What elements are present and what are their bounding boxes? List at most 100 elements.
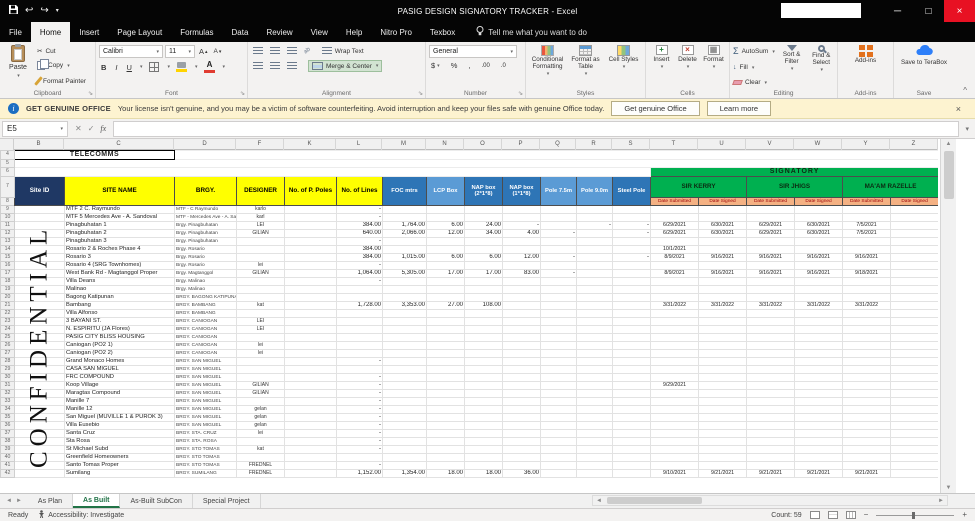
cell[interactable] <box>14 389 65 398</box>
cell[interactable] <box>576 357 614 366</box>
cell[interactable] <box>650 213 700 222</box>
cell[interactable] <box>794 277 844 286</box>
cell[interactable]: 1,064.00 <box>336 269 384 278</box>
cell[interactable]: Pinagbuhatan 1 <box>63 221 176 230</box>
cell[interactable] <box>890 421 938 430</box>
cell[interactable] <box>426 213 466 222</box>
row-number[interactable]: 30 <box>0 373 15 382</box>
cell[interactable] <box>284 333 338 342</box>
cell[interactable] <box>426 357 466 366</box>
cell[interactable] <box>576 237 614 246</box>
cell[interactable] <box>284 413 338 422</box>
cell[interactable]: Manille 7 <box>63 397 176 406</box>
cell[interactable]: 4.00 <box>502 229 542 238</box>
cell[interactable]: 6.00 <box>426 253 466 262</box>
cell[interactable] <box>502 301 542 310</box>
cell[interactable] <box>502 341 542 350</box>
cell[interactable] <box>794 245 844 254</box>
cell[interactable] <box>612 333 652 342</box>
cell[interactable] <box>540 237 578 246</box>
sort-filter-button[interactable]: Sort & Filter ▾ <box>779 45 805 88</box>
ribbon-tab-nitro-pro[interactable]: Nitro Pro <box>371 22 421 42</box>
cell[interactable] <box>576 437 614 446</box>
cell[interactable] <box>382 213 428 222</box>
cell[interactable] <box>612 277 652 286</box>
comma-style-button[interactable]: , <box>466 61 472 70</box>
cell[interactable] <box>650 445 700 454</box>
cell[interactable] <box>426 277 466 286</box>
cell[interactable] <box>890 429 938 438</box>
cell[interactable] <box>576 245 614 254</box>
cell[interactable] <box>284 253 338 262</box>
undo-icon[interactable]: ↩ <box>25 6 33 16</box>
cell[interactable]: 3/31/2022 <box>842 301 892 310</box>
cell[interactable]: Pinagbuhatan 2 <box>63 229 176 238</box>
cell[interactable] <box>612 365 652 374</box>
cell[interactable] <box>14 229 65 238</box>
cell[interactable] <box>612 453 652 462</box>
cell[interactable] <box>502 461 542 470</box>
cell[interactable] <box>842 397 892 406</box>
cell[interactable] <box>284 445 338 454</box>
cell[interactable] <box>890 405 938 414</box>
cell[interactable] <box>236 293 286 302</box>
column-letter[interactable]: P <box>502 139 540 150</box>
cell[interactable] <box>650 293 700 302</box>
cell[interactable]: Villa Eusebio <box>63 421 176 430</box>
cell[interactable] <box>576 429 614 438</box>
cell[interactable] <box>842 405 892 414</box>
cell[interactable] <box>576 461 614 470</box>
cell[interactable] <box>612 213 652 222</box>
cell[interactable] <box>426 421 466 430</box>
cell[interactable] <box>236 333 286 342</box>
cell[interactable]: - <box>336 277 384 286</box>
cell[interactable] <box>14 365 65 374</box>
cell[interactable] <box>746 237 796 246</box>
cell[interactable] <box>540 357 578 366</box>
sheet-tab-special-project[interactable]: Special Project <box>193 494 261 508</box>
cell[interactable] <box>14 461 65 470</box>
cell[interactable] <box>746 365 796 374</box>
column-letter[interactable]: S <box>612 139 650 150</box>
cell[interactable] <box>842 445 892 454</box>
cell[interactable] <box>842 453 892 462</box>
cell[interactable] <box>576 253 614 262</box>
cell[interactable] <box>382 285 428 294</box>
cell[interactable] <box>794 453 844 462</box>
ribbon-tab-page-layout[interactable]: Page Layout <box>108 22 171 42</box>
cell[interactable] <box>698 357 748 366</box>
cell[interactable] <box>698 285 748 294</box>
row-number[interactable]: 7 <box>0 176 15 198</box>
cell[interactable] <box>842 333 892 342</box>
cell[interactable] <box>236 373 286 382</box>
ribbon-tab-file[interactable]: File <box>0 22 31 42</box>
cell[interactable]: 6/30/2021 <box>794 229 844 238</box>
column-letter[interactable]: F <box>236 139 284 150</box>
cell[interactable] <box>382 421 428 430</box>
sheet-tab-as-built-subcon[interactable]: As-Built SubCon <box>120 494 193 508</box>
cell[interactable] <box>650 237 700 246</box>
cell[interactable] <box>464 261 504 270</box>
cell[interactable] <box>464 373 504 382</box>
column-letter[interactable]: N <box>426 139 464 150</box>
scroll-right-icon[interactable]: ► <box>935 498 947 504</box>
row-number[interactable]: 36 <box>0 421 15 430</box>
cell[interactable] <box>540 301 578 310</box>
cell[interactable] <box>464 317 504 326</box>
cell[interactable] <box>382 277 428 286</box>
cell[interactable]: - <box>336 389 384 398</box>
cell[interactable]: Koop Village <box>63 381 176 390</box>
cell[interactable] <box>890 365 938 374</box>
cell[interactable] <box>746 285 796 294</box>
cell[interactable]: 17.00 <box>426 269 466 278</box>
cell[interactable] <box>650 405 700 414</box>
cell[interactable]: 12.00 <box>502 253 542 262</box>
cell[interactable] <box>502 397 542 406</box>
cell[interactable] <box>382 453 428 462</box>
cell[interactable] <box>540 461 578 470</box>
column-letter[interactable]: Z <box>890 139 938 150</box>
cell[interactable]: 9/21/2021 <box>794 469 844 478</box>
cell[interactable] <box>502 213 542 222</box>
cell[interactable] <box>650 309 700 318</box>
cell[interactable] <box>236 253 286 262</box>
